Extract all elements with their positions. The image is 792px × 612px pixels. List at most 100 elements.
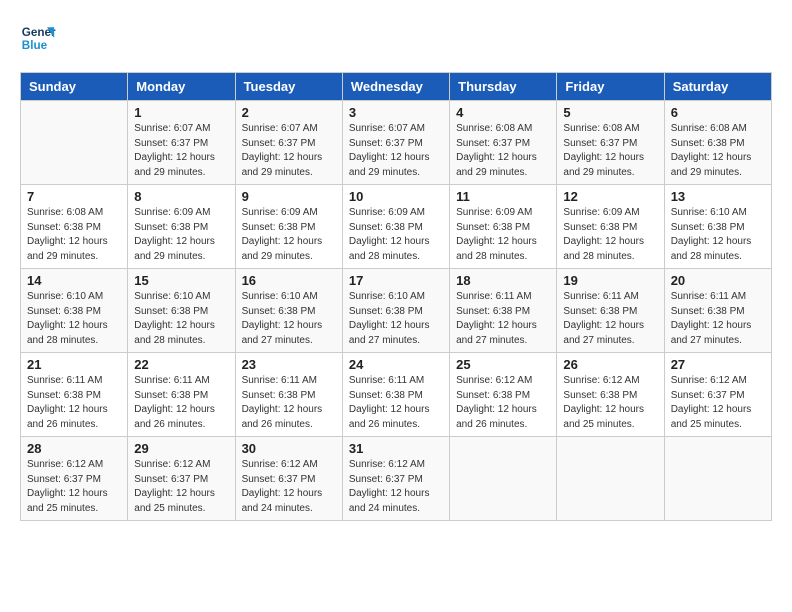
day-info: Sunrise: 6:11 AM Sunset: 6:38 PM Dayligh… (563, 290, 657, 348)
calendar-cell: 27 Sunrise: 6:12 AM Sunset: 6:37 PM Dayli… (664, 353, 771, 437)
calendar-cell: 12Sunrise: 6:09 AM Sunset: 6:38 PM Dayli… (557, 185, 664, 269)
day-info: Sunrise: 6:11 AM Sunset: 6:38 PM Dayligh… (456, 290, 550, 348)
calendar-cell: 28Sunrise: 6:12 AM Sunset: 6:37 PM Dayli… (21, 437, 128, 521)
day-info: Sunrise: 6:07 AM Sunset: 6:37 PM Dayligh… (134, 122, 228, 180)
day-number: 5 (563, 105, 657, 120)
day-number: 11 (456, 189, 550, 204)
day-number: 18 (456, 273, 550, 288)
day-info: Sunrise: 6:11 AM Sunset: 6:38 PM Dayligh… (671, 290, 765, 348)
calendar-cell: 11 Sunrise: 6:09 AM Sunset: 6:38 PM Dayli… (450, 185, 557, 269)
day-info: Sunrise: 6:11 AM Sunset: 6:38 PM Dayligh… (349, 374, 443, 432)
calendar-cell: 24 Sunrise: 6:11 AM Sunset: 6:38 PM Dayli… (342, 353, 449, 437)
calendar-cell: 5 Sunrise: 6:08 AM Sunset: 6:37 PM Daylig… (557, 101, 664, 185)
day-number: 17 (349, 273, 443, 288)
day-number: 28 (27, 441, 121, 456)
weekday-wednesday: Wednesday (342, 73, 449, 101)
day-info: Sunrise: 6:08 AM Sunset: 6:37 PM Dayligh… (456, 122, 550, 180)
day-info: Sunrise: 6:09 AM Sunset: 6:38 PM Dayligh… (349, 206, 443, 264)
day-info: Sunrise: 6:10 AM Sunset: 6:38 PM Dayligh… (134, 290, 228, 348)
day-info: Sunrise: 6:09 AM Sunset: 6:38 PM Dayligh… (242, 206, 336, 264)
day-info: Sunrise: 6:09 AM Sunset: 6:38 PM Dayligh… (134, 206, 228, 264)
day-number: 12 (563, 189, 657, 204)
page-header: General Blue (20, 20, 772, 56)
day-number: 30 (242, 441, 336, 456)
day-number: 10 (349, 189, 443, 204)
day-info: Sunrise: 6:08 AM Sunset: 6:37 PM Dayligh… (563, 122, 657, 180)
day-number: 16 (242, 273, 336, 288)
calendar-cell: 19 Sunrise: 6:11 AM Sunset: 6:38 PM Dayli… (557, 269, 664, 353)
day-number: 9 (242, 189, 336, 204)
day-info: Sunrise: 6:10 AM Sunset: 6:38 PM Dayligh… (671, 206, 765, 264)
day-number: 2 (242, 105, 336, 120)
day-info: Sunrise: 6:12 AM Sunset: 6:37 PM Dayligh… (349, 458, 443, 516)
calendar-cell: 30 Sunrise: 6:12 AM Sunset: 6:37 PM Dayli… (235, 437, 342, 521)
calendar-cell: 25 Sunrise: 6:12 AM Sunset: 6:38 PM Dayli… (450, 353, 557, 437)
calendar-week-3: 14 Sunrise: 6:10 AM Sunset: 6:38 PM Dayli… (21, 269, 772, 353)
calendar-cell: 14 Sunrise: 6:10 AM Sunset: 6:38 PM Dayli… (21, 269, 128, 353)
day-number: 23 (242, 357, 336, 372)
calendar-cell: 9 Sunrise: 6:09 AM Sunset: 6:38 PM Daylig… (235, 185, 342, 269)
weekday-monday: Monday (128, 73, 235, 101)
weekday-thursday: Thursday (450, 73, 557, 101)
weekday-sunday: Sunday (21, 73, 128, 101)
calendar-cell: 2 Sunrise: 6:07 AM Sunset: 6:37 PM Daylig… (235, 101, 342, 185)
day-number: 22 (134, 357, 228, 372)
calendar-cell: 18 Sunrise: 6:11 AM Sunset: 6:38 PM Dayli… (450, 269, 557, 353)
day-number: 24 (349, 357, 443, 372)
day-info: Sunrise: 6:12 AM Sunset: 6:38 PM Dayligh… (563, 374, 657, 432)
svg-text:Blue: Blue (22, 39, 48, 52)
calendar-cell: 31 Sunrise: 6:12 AM Sunset: 6:37 PM Dayli… (342, 437, 449, 521)
day-number: 29 (134, 441, 228, 456)
calendar-cell: 21 Sunrise: 6:11 AM Sunset: 6:38 PM Dayli… (21, 353, 128, 437)
day-info: Sunrise: 6:10 AM Sunset: 6:38 PM Dayligh… (349, 290, 443, 348)
calendar-cell: 6 Sunrise: 6:08 AM Sunset: 6:38 PM Daylig… (664, 101, 771, 185)
day-number: 31 (349, 441, 443, 456)
calendar-cell: 23 Sunrise: 6:11 AM Sunset: 6:38 PM Dayli… (235, 353, 342, 437)
day-number: 14 (27, 273, 121, 288)
day-info: Sunrise: 6:12 AM Sunset: 6:37 PM Dayligh… (242, 458, 336, 516)
day-info: Sunrise: 6:12 AM Sunset: 6:38 PM Dayligh… (456, 374, 550, 432)
day-info: Sunrise: 6:09 AM Sunset: 6:38 PM Dayligh… (456, 206, 550, 264)
day-info: Sunrise: 6:11 AM Sunset: 6:38 PM Dayligh… (134, 374, 228, 432)
calendar-week-5: 28 Sunrise: 6:12 AM Sunset: 6:37 PM Dayli… (21, 437, 772, 521)
calendar-cell: 13Sunrise: 6:10 AM Sunset: 6:38 PM Dayli… (664, 185, 771, 269)
day-number: 3 (349, 105, 443, 120)
calendar-cell: 8Sunrise: 6:09 AM Sunset: 6:38 PM Daylig… (128, 185, 235, 269)
day-number: 19 (563, 273, 657, 288)
day-info: Sunrise: 6:08 AM Sunset: 6:38 PM Dayligh… (671, 122, 765, 180)
day-number: 26 (563, 357, 657, 372)
logo-icon: General Blue (20, 20, 56, 56)
calendar-cell: 4Sunrise: 6:08 AM Sunset: 6:37 PM Daylig… (450, 101, 557, 185)
calendar-cell: 7Sunrise: 6:08 AM Sunset: 6:38 PM Daylig… (21, 185, 128, 269)
calendar-week-2: 7Sunrise: 6:08 AM Sunset: 6:38 PM Daylig… (21, 185, 772, 269)
calendar-cell: 22 Sunrise: 6:11 AM Sunset: 6:38 PM Dayli… (128, 353, 235, 437)
day-info: Sunrise: 6:11 AM Sunset: 6:38 PM Dayligh… (27, 374, 121, 432)
calendar-cell: 3Sunrise: 6:07 AM Sunset: 6:37 PM Daylig… (342, 101, 449, 185)
day-info: Sunrise: 6:10 AM Sunset: 6:38 PM Dayligh… (27, 290, 121, 348)
day-number: 7 (27, 189, 121, 204)
day-number: 15 (134, 273, 228, 288)
calendar-cell (21, 101, 128, 185)
logo: General Blue (20, 20, 60, 56)
day-number: 20 (671, 273, 765, 288)
calendar-week-1: 1Sunrise: 6:07 AM Sunset: 6:37 PM Daylig… (21, 101, 772, 185)
calendar-cell: 26 Sunrise: 6:12 AM Sunset: 6:38 PM Dayli… (557, 353, 664, 437)
calendar-cell: 10 Sunrise: 6:09 AM Sunset: 6:38 PM Dayli… (342, 185, 449, 269)
day-info: Sunrise: 6:07 AM Sunset: 6:37 PM Dayligh… (242, 122, 336, 180)
calendar-cell: 15 Sunrise: 6:10 AM Sunset: 6:38 PM Dayli… (128, 269, 235, 353)
weekday-saturday: Saturday (664, 73, 771, 101)
calendar-cell: 29 Sunrise: 6:12 AM Sunset: 6:37 PM Dayli… (128, 437, 235, 521)
day-number: 21 (27, 357, 121, 372)
calendar-cell: 16Sunrise: 6:10 AM Sunset: 6:38 PM Dayli… (235, 269, 342, 353)
calendar-week-4: 21 Sunrise: 6:11 AM Sunset: 6:38 PM Dayli… (21, 353, 772, 437)
weekday-header-row: SundayMondayTuesdayWednesdayThursdayFrid… (21, 73, 772, 101)
weekday-friday: Friday (557, 73, 664, 101)
day-number: 27 (671, 357, 765, 372)
day-number: 6 (671, 105, 765, 120)
day-number: 25 (456, 357, 550, 372)
day-info: Sunrise: 6:12 AM Sunset: 6:37 PM Dayligh… (134, 458, 228, 516)
calendar-cell: 1Sunrise: 6:07 AM Sunset: 6:37 PM Daylig… (128, 101, 235, 185)
day-info: Sunrise: 6:11 AM Sunset: 6:38 PM Dayligh… (242, 374, 336, 432)
calendar-cell (450, 437, 557, 521)
day-info: Sunrise: 6:12 AM Sunset: 6:37 PM Dayligh… (671, 374, 765, 432)
